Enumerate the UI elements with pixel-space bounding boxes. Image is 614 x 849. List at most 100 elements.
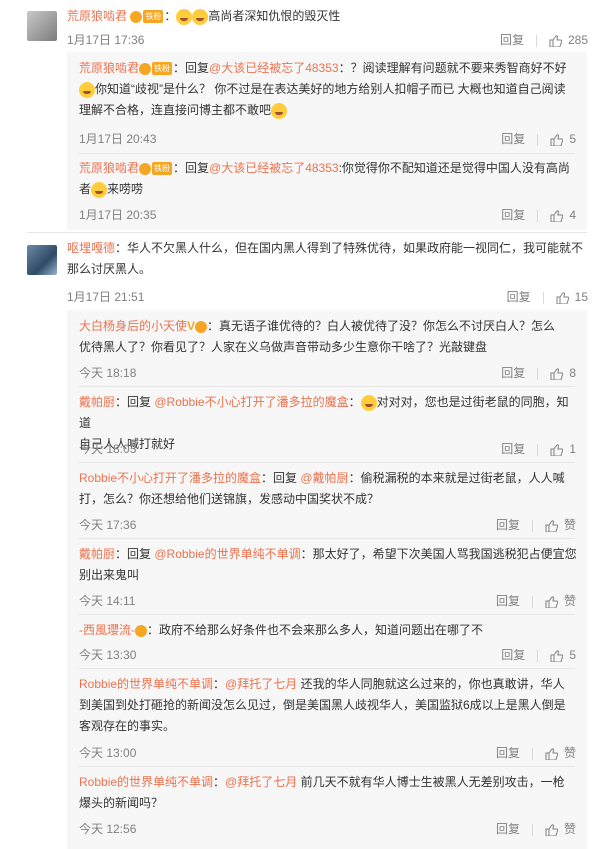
comment-time: 1月17日 20:35 [79,208,157,222]
comment-9: Robbie的世界单纯不单调：@拜托了七月 还我的华人同胞就这么过来的，你也真敢… [79,677,566,733]
divider [531,519,533,532]
thumbs-up-icon[interactable] [545,520,558,532]
divider [542,291,544,304]
comment-0: 荒原狼啮君 铁粉：高尚者深知仇恨的毁灭性 1月17日 17:36 回复 285 [0,0,614,52]
comment-time: 今天 12:56 [79,822,137,836]
comment-6: Robbie不小心打开了潘多拉的魔盒：回复 @戴帕厨：偷税漏税的本来就是过街老鼠… [79,471,565,506]
comment-10: Robbie的世界单纯不单调：@拜托了七月 前几天不就有华人博士生被黑人无差别攻… [79,775,565,810]
comment-author[interactable]: 荒原狼啮君 [79,61,139,75]
comment-author[interactable]: 呕埋嘎德 [67,241,115,255]
crown-icon [139,62,152,75]
comment-4: 大白杨身后的小天使V ：真无语子谁优待的？白人被优待了没？你怎么不讨厌白人？怎么 … [79,316,579,358]
crown-icon [135,624,147,637]
comment-author[interactable]: Robbie的世界单纯不单调 [79,677,213,691]
thumbs-up-icon[interactable] [545,748,558,760]
like-count: 赞 [563,594,576,608]
mention-link[interactable]: @拜托了七月 [225,677,297,691]
like-count: 5 [569,648,576,662]
thumbs-up-icon[interactable] [550,650,564,662]
thumbs-up-icon[interactable] [549,35,562,47]
like-count: 15 [574,290,588,304]
divider [79,386,575,387]
crown-icon [139,162,152,175]
comment-author[interactable]: Robbie的世界单纯不单调 [79,775,213,789]
reply-button[interactable]: 回复 [496,594,520,608]
like-count: 赞 [563,746,576,760]
smile-emoji-icon [91,181,108,198]
reply-button[interactable]: 回复 [496,518,520,532]
comment-time: 1月17日 20:43 [79,132,157,146]
divider [535,34,537,47]
thumbs-up-icon[interactable] [550,444,564,456]
comment-author[interactable]: -西風瓔流- [79,623,135,637]
divider [531,747,533,760]
divider [537,209,539,222]
comment-time: 1月17日 21:51 [67,290,145,304]
fan-badge: 铁粉 [143,10,164,24]
like-count: 5 [569,132,576,146]
divider [531,823,533,836]
reply-button[interactable]: 回复 [496,746,520,760]
cry-emoji-icon [176,8,193,25]
reply-button[interactable]: 回复 [501,442,525,456]
mention-link[interactable]: @戴帕厨 [300,471,348,485]
divider [79,462,575,463]
divider [531,595,533,608]
reply-button[interactable]: 回复 [501,366,525,380]
laugh-emoji-icon [271,102,288,119]
like-count: 1 [569,442,576,456]
avatar[interactable] [27,245,57,275]
divider [537,649,539,662]
thumbs-up-icon[interactable] [550,368,564,380]
like-count: 赞 [563,822,576,836]
reply-button[interactable]: 回复 [501,648,525,662]
thumbs-up-icon[interactable] [545,824,558,836]
like-count: 8 [569,366,576,380]
thumbs-up-icon[interactable] [550,134,564,146]
fan-badge: 铁粉 [152,162,173,176]
like-count: 4 [569,208,576,222]
comment-7: 戴帕厨：回复 @Robbie的世界单纯不单调：那太好了，希望下次美国人骂我国逃税… [79,547,577,582]
crown-icon [130,10,143,23]
mention-link[interactable]: @大该已经被忘了48353 [209,61,339,75]
comment-author[interactable]: 大白杨身后的小天使 [79,319,187,333]
divider [27,232,587,233]
grin-emoji-icon [360,394,377,411]
mention-link[interactable]: @Robbie的世界单纯不单调 [154,547,300,561]
comment-time: 今天 17:36 [79,518,137,532]
comment-1: 荒原狼啮君 铁粉 ：回复@大该已经被忘了48353：？阅读理解有问题就不要来秀智商好… [79,61,567,119]
comment-author[interactable]: 荒原狼啮君 [67,9,127,23]
divider [79,766,575,767]
divider [79,668,575,669]
thumbs-up-icon[interactable] [550,210,564,222]
thumbs-up-icon[interactable] [545,596,558,608]
reply-button[interactable]: 回复 [501,208,525,222]
comment-author[interactable]: 戴帕厨 [79,395,115,409]
comment-8: -西風瓔流- ：政府不给那么好条件也不会来那么多人，知道问题出在哪了不 [79,623,484,637]
reply-button[interactable]: 回复 [500,33,524,47]
verified-v-icon: V [187,319,196,334]
divider [537,443,539,456]
reply-button[interactable]: 回复 [507,290,531,304]
cry-emoji-icon [192,8,209,25]
comment-time: 1月17日 17:36 [67,33,145,47]
fan-badge: 铁粉 [152,62,173,76]
like-count: 285 [567,33,588,47]
comment-author[interactable]: 荒原狼啮君 [79,161,139,175]
comment-author[interactable]: 戴帕厨 [79,547,115,561]
mention-link[interactable]: @拜托了七月 [225,775,297,789]
comment-author[interactable]: Robbie不小心打开了潘多拉的魔盒 [79,471,261,485]
avatar[interactable] [27,11,57,41]
reply-button[interactable]: 回复 [501,132,525,146]
crown-icon [195,320,208,333]
comment-2: 荒原狼啮君 铁粉 ：回复@大该已经被忘了48353:你觉得你不配知道还是觉得中国人没… [79,161,570,198]
mention-link[interactable]: @Robbie不小心打开了潘多拉的魔盒 [154,395,348,409]
think-emoji-icon [79,81,95,98]
comment-time: 今天 18:03 [79,442,137,456]
thumbs-up-icon[interactable] [556,292,569,304]
divider [79,614,575,615]
divider [537,133,539,146]
mention-link[interactable]: @大该已经被忘了48353 [209,161,339,175]
reply-button[interactable]: 回复 [496,822,520,836]
divider [537,367,539,380]
